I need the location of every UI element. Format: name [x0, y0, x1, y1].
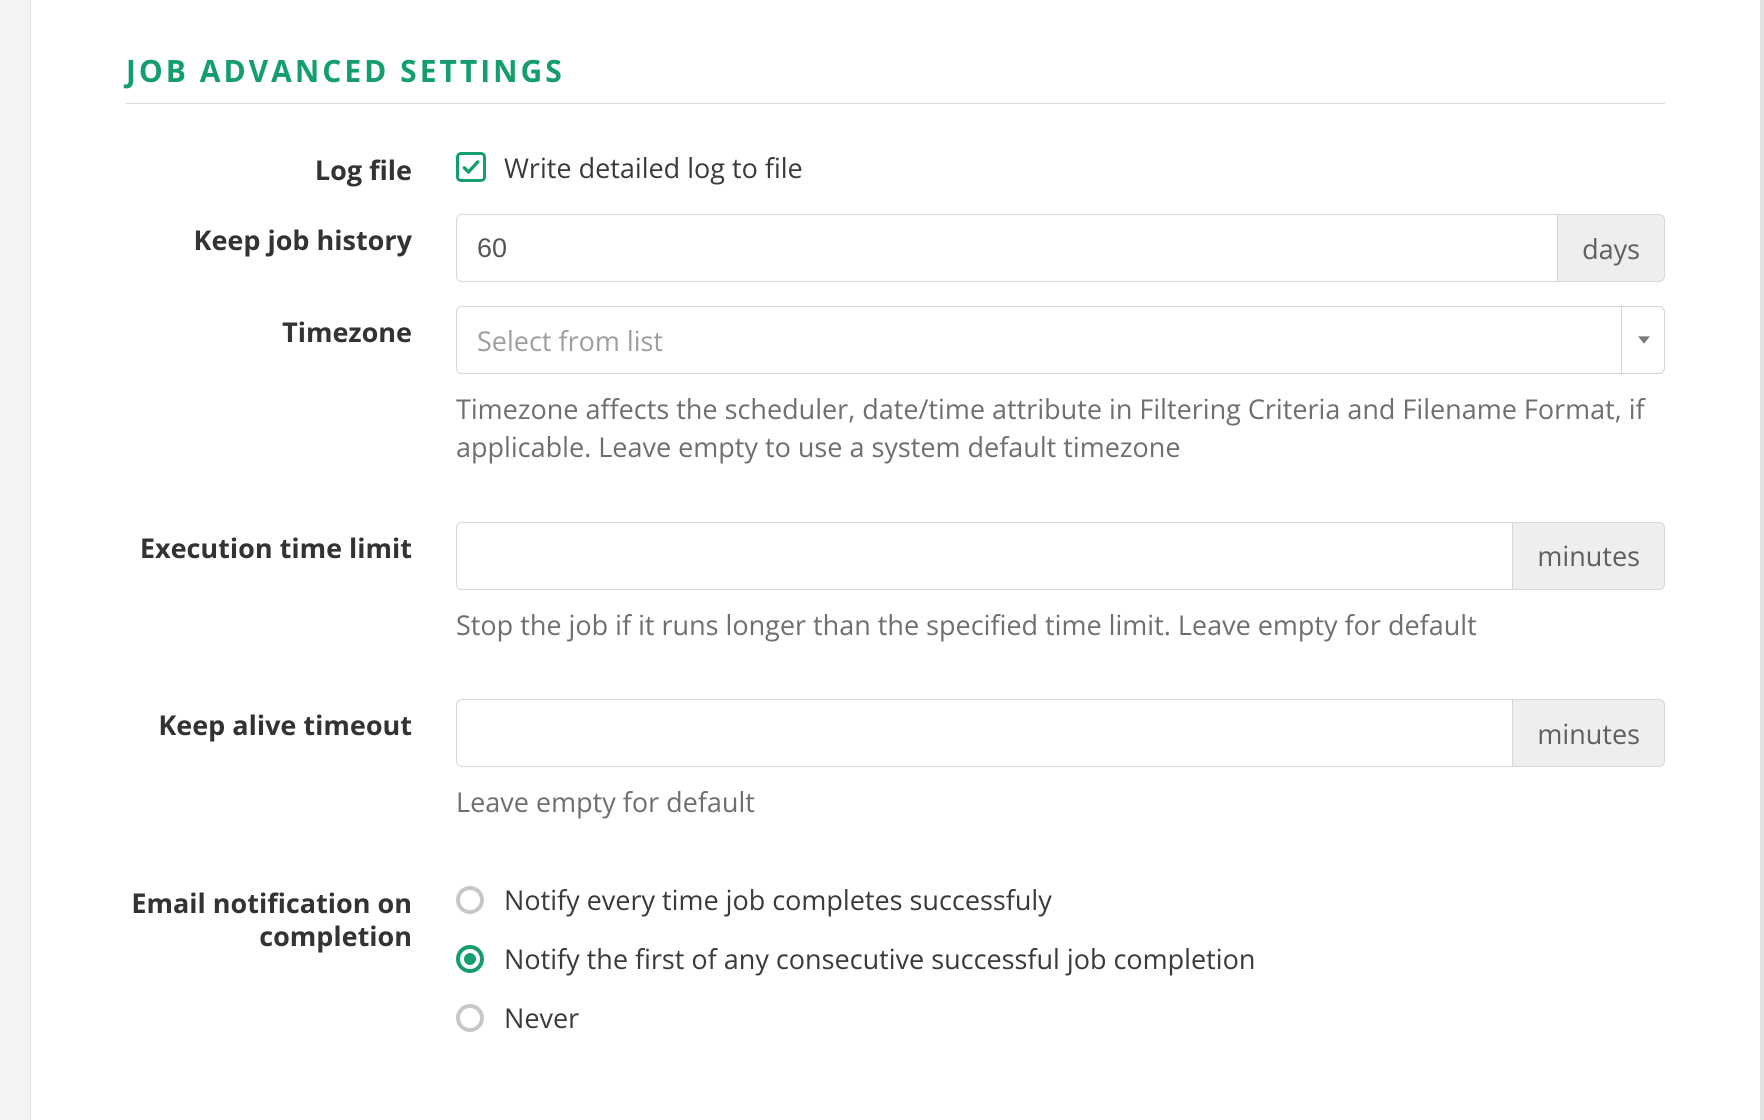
timezone-placeholder: Select from list — [477, 322, 663, 359]
keep-history-unit: days — [1558, 214, 1665, 282]
log-file-checkbox-label: Write detailed log to file — [504, 149, 803, 186]
label-email-notify: Email notification on completion — [126, 877, 456, 952]
keep-history-input[interactable] — [456, 214, 1558, 282]
label-log-file: Log file — [126, 144, 456, 186]
email-notify-option-0[interactable]: Notify every time job completes successf… — [456, 881, 1665, 918]
check-icon — [461, 157, 481, 177]
log-file-checkbox[interactable] — [456, 152, 486, 182]
row-log-file: Log file Write detailed log to file — [126, 144, 1665, 190]
row-keep-alive: Keep alive timeout minutes Leave empty f… — [126, 699, 1665, 821]
label-exec-limit: Execution time limit — [126, 522, 456, 564]
radio-label: Never — [504, 999, 579, 1036]
label-keep-history: Keep job history — [126, 214, 456, 256]
section-divider — [126, 103, 1665, 104]
row-timezone: Timezone Select from list Timezone affec… — [126, 306, 1665, 466]
radio-icon — [456, 886, 484, 914]
settings-panel: JOB ADVANCED SETTINGS Log file Write det… — [30, 0, 1764, 1120]
exec-limit-input[interactable] — [456, 522, 1513, 590]
radio-label: Notify the first of any consecutive succ… — [504, 940, 1255, 977]
email-notify-option-1[interactable]: Notify the first of any consecutive succ… — [456, 940, 1665, 977]
row-keep-history: Keep job history days — [126, 214, 1665, 282]
row-exec-limit: Execution time limit minutes Stop the jo… — [126, 522, 1665, 644]
keep-alive-unit: minutes — [1513, 699, 1665, 767]
email-notify-option-2[interactable]: Never — [456, 999, 1665, 1036]
email-notify-radio-group: Notify every time job completes successf… — [456, 877, 1665, 1036]
radio-icon — [456, 1004, 484, 1032]
row-email-notify: Email notification on completion Notify … — [126, 877, 1665, 1036]
exec-limit-unit: minutes — [1513, 522, 1665, 590]
timezone-select[interactable]: Select from list — [456, 306, 1665, 374]
keep-alive-help: Leave empty for default — [456, 783, 1665, 821]
section-title: JOB ADVANCED SETTINGS — [126, 50, 1665, 91]
label-keep-alive: Keep alive timeout — [126, 699, 456, 741]
radio-icon — [456, 945, 484, 973]
label-timezone: Timezone — [126, 306, 456, 348]
keep-alive-input[interactable] — [456, 699, 1513, 767]
timezone-help: Timezone affects the scheduler, date/tim… — [456, 390, 1665, 466]
radio-label: Notify every time job completes successf… — [504, 881, 1052, 918]
exec-limit-help: Stop the job if it runs longer than the … — [456, 606, 1665, 644]
